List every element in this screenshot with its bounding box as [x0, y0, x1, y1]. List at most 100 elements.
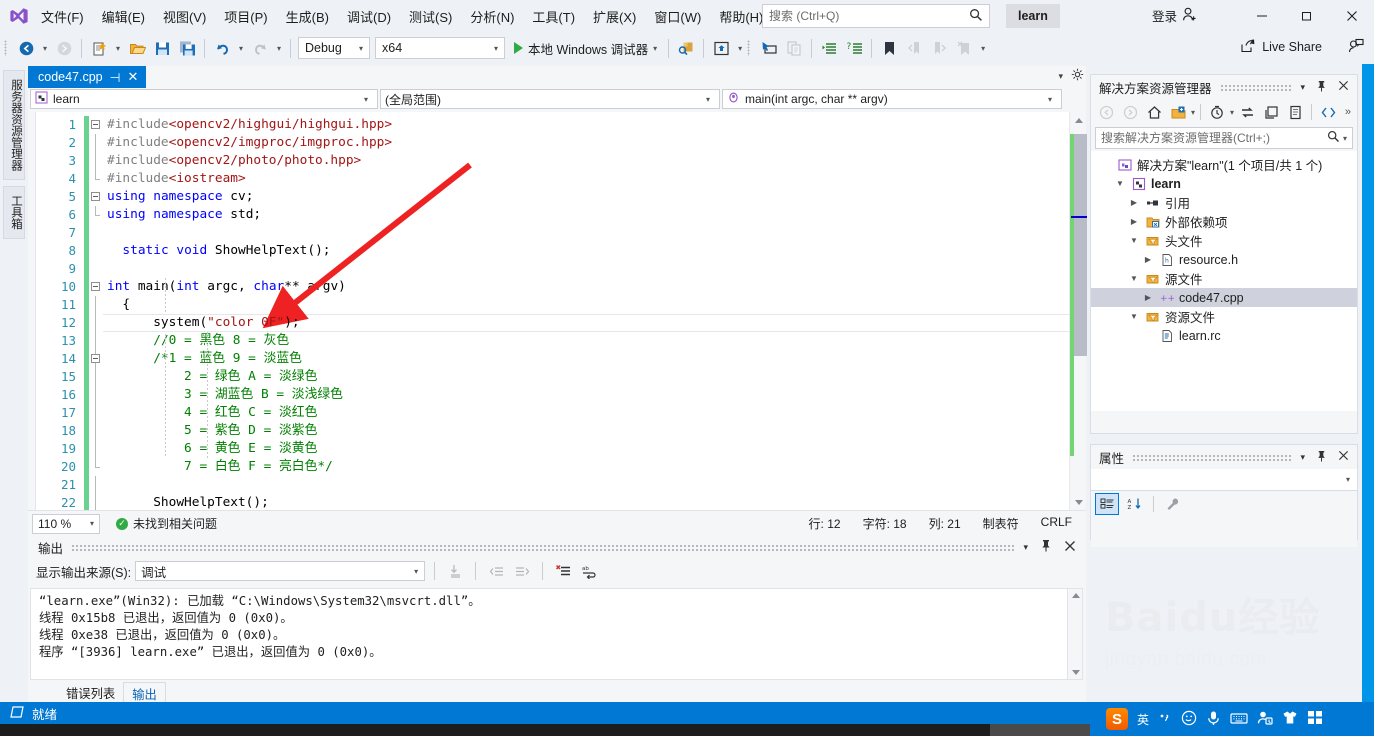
zoom-combo[interactable]: 110 % ▾	[32, 513, 100, 534]
collapse-icon[interactable]	[91, 282, 100, 291]
navigate-back-icon[interactable]	[14, 36, 38, 60]
pin-icon[interactable]	[1316, 450, 1327, 465]
pending-changes-icon[interactable]	[1206, 101, 1228, 123]
properties-window-icon[interactable]	[1260, 101, 1282, 123]
apps-icon[interactable]	[1307, 710, 1323, 728]
pin-icon[interactable]	[1316, 80, 1327, 95]
menu-project[interactable]: 项目(P)	[215, 3, 276, 30]
twisty-expanded-icon[interactable]: ▼	[1127, 274, 1141, 283]
copy-style-icon[interactable]	[782, 36, 806, 60]
next-bookmark-icon[interactable]	[927, 36, 951, 60]
properties-object-combo[interactable]: ▾	[1091, 469, 1357, 491]
redo-icon[interactable]	[248, 36, 272, 60]
properties-grid[interactable]	[1091, 517, 1357, 547]
menu-edit[interactable]: 编辑(E)	[93, 3, 154, 30]
close-icon[interactable]	[1064, 540, 1076, 555]
code-editor[interactable]: 1 2 3 4 5 6 7 8 9 10 11 12 13 14 15 16 1…	[28, 112, 1086, 512]
save-all-icon[interactable]	[175, 36, 199, 60]
show-all-files-icon[interactable]	[1167, 101, 1189, 123]
menu-view[interactable]: 视图(V)	[154, 3, 215, 30]
hot-reload-icon[interactable]	[709, 36, 733, 60]
forward-icon[interactable]	[1119, 101, 1141, 123]
preview-selected-items-icon[interactable]	[1284, 101, 1306, 123]
select-element-icon[interactable]	[757, 36, 781, 60]
scope-combo[interactable]: (全局范围) ▾	[380, 89, 720, 109]
chevron-down-icon[interactable]: ▾	[1023, 542, 1028, 553]
chevron-down-icon[interactable]: ▾	[1191, 108, 1195, 117]
tab-output[interactable]: 输出	[123, 682, 166, 702]
tree-item-references[interactable]: ▶ 引用	[1091, 193, 1357, 212]
start-debugging-button[interactable]: 本地 Windows 调试器 ▾	[508, 36, 663, 60]
go-to-message-icon[interactable]	[444, 560, 466, 582]
solution-explorer-search[interactable]: ▾	[1095, 127, 1353, 149]
sogou-icon[interactable]: S	[1106, 708, 1128, 730]
user-icon[interactable]	[1257, 710, 1273, 728]
menu-extensions[interactable]: 扩展(X)	[584, 3, 645, 30]
previous-bookmark-icon[interactable]	[902, 36, 926, 60]
home-icon[interactable]	[1143, 101, 1165, 123]
quick-launch-search[interactable]	[762, 4, 990, 28]
undo-dropdown-icon[interactable]: ▾	[235, 36, 247, 60]
document-tab-code47[interactable]: code47.cpp ⊣ ✕	[28, 66, 147, 88]
new-project-dropdown-icon[interactable]: ▾	[112, 36, 124, 60]
clear-bookmarks-icon[interactable]	[952, 36, 976, 60]
menu-file[interactable]: 文件(F)	[32, 3, 93, 30]
solution-search-input[interactable]	[1101, 131, 1306, 145]
menu-build[interactable]: 生成(B)	[277, 3, 338, 30]
collapse-icon[interactable]	[91, 354, 100, 363]
tree-item-external-dependencies[interactable]: ▶ 外部依赖项	[1091, 212, 1357, 231]
menu-analyze[interactable]: 分析(N)	[461, 3, 523, 30]
toolbar-grip[interactable]	[4, 38, 13, 58]
tab-error-list[interactable]: 错误列表	[58, 682, 123, 702]
close-tab-icon[interactable]: ✕	[128, 69, 139, 85]
tree-item-learn-rc[interactable]: learn.rc	[1091, 326, 1357, 345]
chevron-down-icon[interactable]: ▾	[1230, 108, 1234, 117]
tree-item-source-files[interactable]: ▼ 源文件	[1091, 269, 1357, 288]
back-dropdown-icon[interactable]: ▾	[39, 36, 51, 60]
maximize-button[interactable]	[1284, 0, 1329, 32]
editor-settings-icon[interactable]	[1071, 68, 1084, 84]
solution-platform-combo[interactable]: x64 ▾	[375, 37, 505, 59]
twisty-expanded-icon[interactable]: ▼	[1127, 236, 1141, 245]
close-icon[interactable]	[1338, 80, 1349, 94]
punctuation-icon[interactable]	[1158, 711, 1172, 728]
tree-item-solution[interactable]: 解决方案"learn"(1 个项目/共 1 个)	[1091, 155, 1357, 174]
tree-item-project-learn[interactable]: ▼ learn	[1091, 174, 1357, 193]
chevron-down-icon[interactable]: ▾	[1300, 452, 1305, 463]
hot-reload-dropdown-icon[interactable]: ▾	[734, 36, 746, 60]
collapse-icon[interactable]	[91, 120, 100, 129]
scroll-up-icon[interactable]	[1072, 593, 1080, 598]
shirt-icon[interactable]	[1282, 710, 1298, 729]
twisty-collapsed-icon[interactable]: ▶	[1141, 255, 1155, 264]
save-icon[interactable]	[150, 36, 174, 60]
tree-item-resource-h[interactable]: ▶ h resource.h	[1091, 250, 1357, 269]
tab-overflow-icon[interactable]: ▾	[1058, 71, 1063, 82]
sidebar-tab-server-explorer[interactable]: 服务器资源管理器	[3, 70, 25, 180]
navigate-forward-icon[interactable]	[52, 36, 76, 60]
twisty-collapsed-icon[interactable]: ▶	[1127, 217, 1141, 226]
open-file-icon[interactable]	[125, 36, 149, 60]
redo-dropdown-icon[interactable]: ▾	[273, 36, 285, 60]
chevron-down-icon[interactable]: ▾	[1343, 134, 1347, 143]
output-vertical-scrollbar[interactable]	[1067, 588, 1083, 680]
view-code-icon[interactable]	[1317, 101, 1339, 123]
issue-indicator[interactable]: ✓ 未找到相关问题	[116, 515, 217, 532]
bookmark-icon[interactable]	[877, 36, 901, 60]
menu-tools[interactable]: 工具(T)	[523, 3, 584, 30]
back-icon[interactable]	[1095, 101, 1117, 123]
twisty-expanded-icon[interactable]: ▼	[1127, 312, 1141, 321]
twisty-collapsed-icon[interactable]: ▶	[1127, 198, 1141, 207]
editor-vertical-scrollbar[interactable]	[1069, 112, 1087, 510]
pin-tab-icon[interactable]: ⊣	[110, 70, 121, 85]
toggle-word-wrap-icon[interactable]: ab	[578, 560, 600, 582]
categorized-view-icon[interactable]	[1095, 493, 1119, 515]
next-message-icon[interactable]	[511, 560, 533, 582]
toolbar-overflow-icon[interactable]: ▾	[977, 36, 989, 60]
property-pages-icon[interactable]	[1161, 493, 1185, 515]
close-button[interactable]	[1329, 0, 1374, 32]
output-text-area[interactable]: “learn.exe”(Win32): 已加载 “C:\Windows\Syst…	[30, 588, 1070, 680]
close-icon[interactable]	[1338, 450, 1349, 464]
twisty-expanded-icon[interactable]: ▼	[1113, 179, 1127, 188]
collapse-icon[interactable]	[91, 192, 100, 201]
emoji-icon[interactable]	[1181, 710, 1197, 729]
